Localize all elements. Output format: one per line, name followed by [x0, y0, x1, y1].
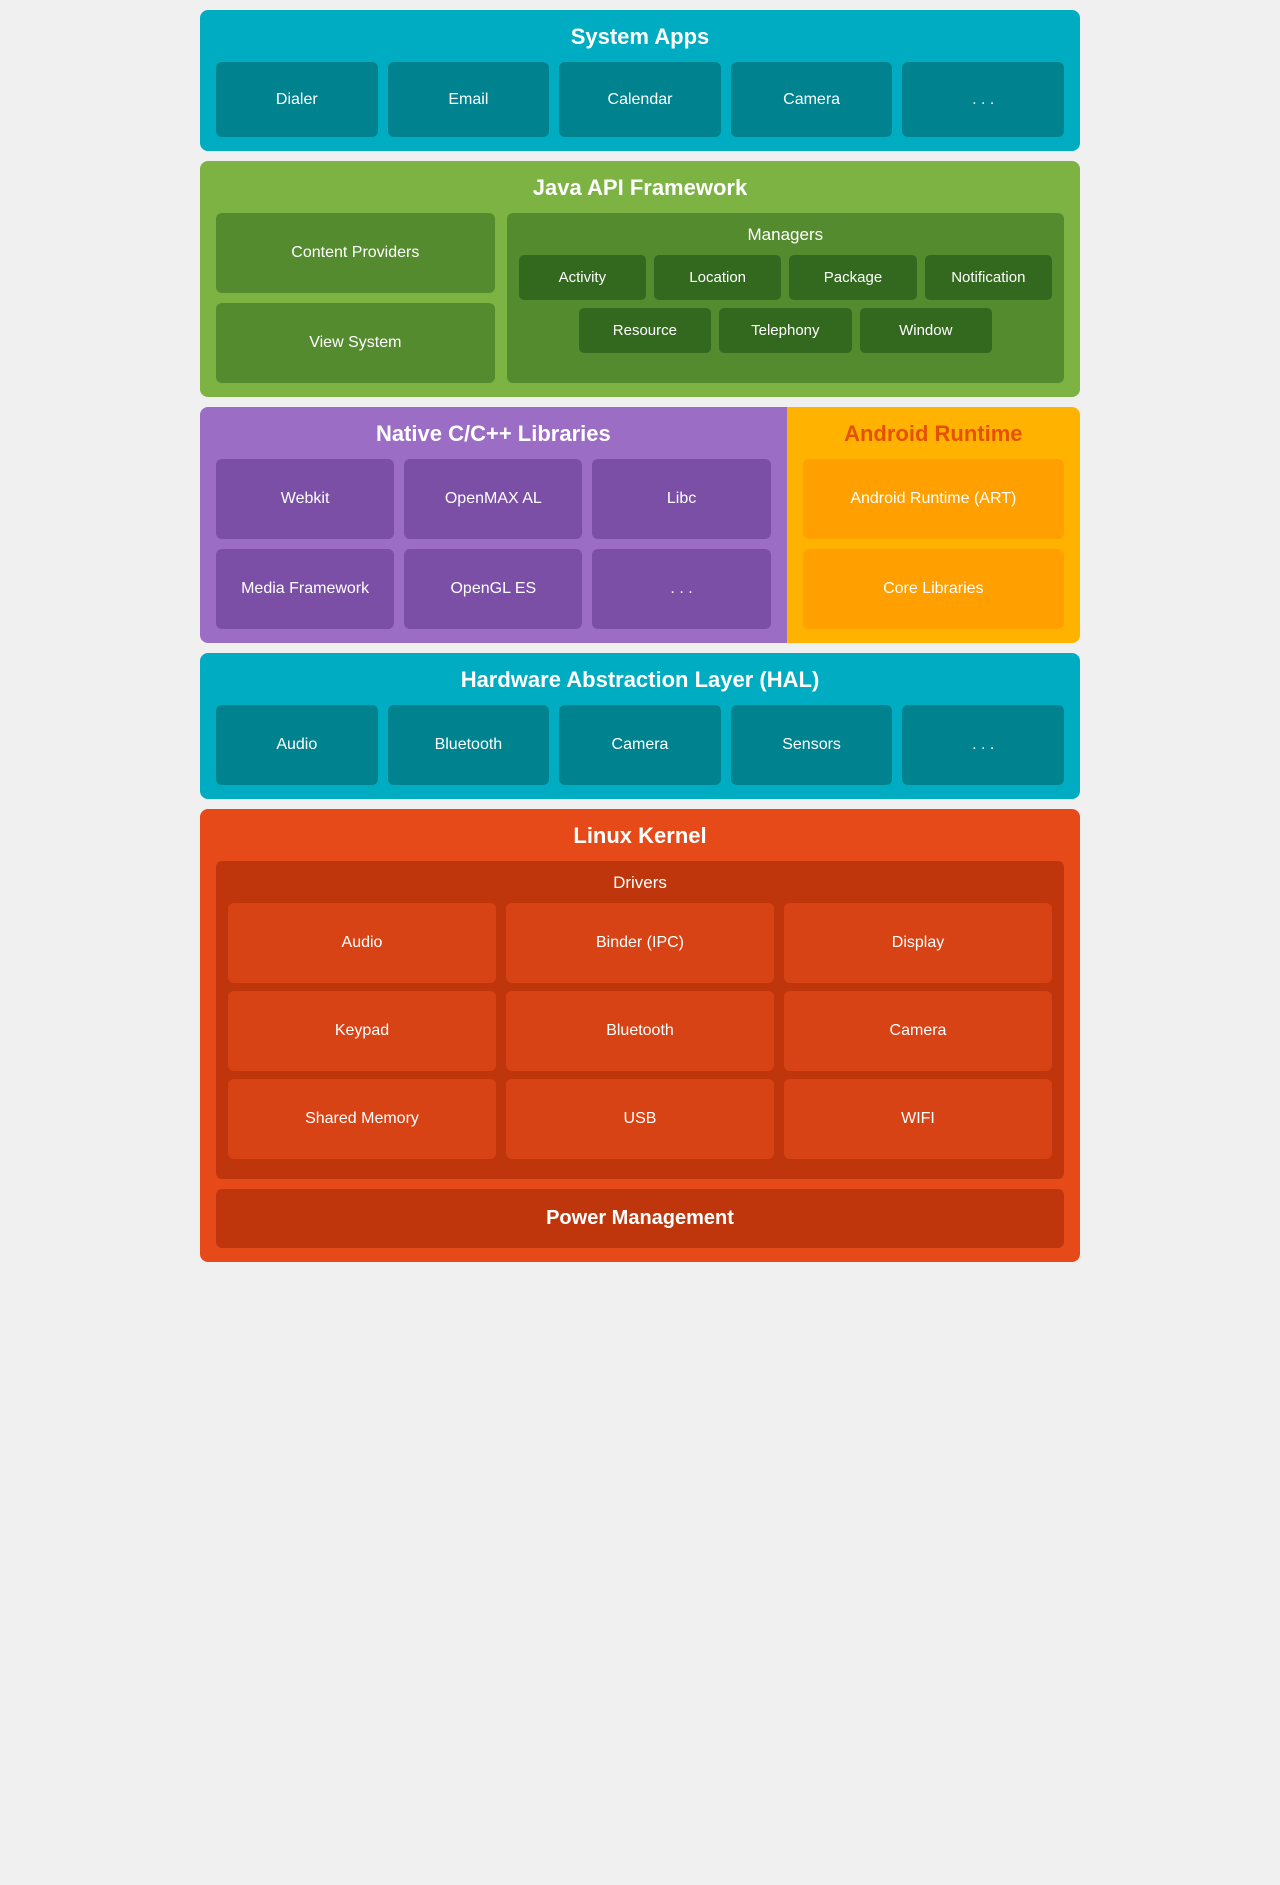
native-libs-cells: Webkit OpenMAX AL Libc Media Framework O…: [216, 459, 771, 629]
list-item: Resource: [579, 308, 711, 353]
list-item: Libc: [592, 459, 770, 539]
list-item: Telephony: [719, 308, 851, 353]
android-runtime-title: Android Runtime: [803, 421, 1064, 447]
java-api-left: Content Providers View System: [216, 213, 495, 383]
system-apps-title: System Apps: [216, 24, 1064, 50]
hal-cells: Audio Bluetooth Camera Sensors . . .: [216, 705, 1064, 785]
power-management: Power Management: [216, 1189, 1064, 1248]
list-item: Email: [388, 62, 550, 137]
list-item: Webkit: [216, 459, 394, 539]
hal-layer: Hardware Abstraction Layer (HAL) Audio B…: [200, 653, 1080, 799]
managers-section: Managers Activity Location Package Notif…: [507, 213, 1064, 383]
list-item: Binder (IPC): [506, 903, 774, 983]
list-item: Camera: [731, 62, 893, 137]
list-item: Bluetooth: [388, 705, 550, 785]
list-item: Android Runtime (ART): [803, 459, 1064, 539]
list-item: Shared Memory: [228, 1079, 496, 1159]
drivers-section: Drivers Audio Binder (IPC) Display Keypa…: [216, 861, 1064, 1179]
view-system-cell: View System: [216, 303, 495, 383]
list-item: Display: [784, 903, 1052, 983]
managers-row1: Activity Location Package Notification: [519, 255, 1052, 300]
list-item: Camera: [559, 705, 721, 785]
list-item: Audio: [228, 903, 496, 983]
list-item: Activity: [519, 255, 646, 300]
java-api-inner: Content Providers View System Managers A…: [216, 213, 1064, 383]
list-item: Window: [860, 308, 992, 353]
linux-kernel-layer: Linux Kernel Drivers Audio Binder (IPC) …: [200, 809, 1080, 1262]
list-item: Bluetooth: [506, 991, 774, 1071]
middle-row: Native C/C++ Libraries Webkit OpenMAX AL…: [200, 407, 1080, 643]
list-item: Dialer: [216, 62, 378, 137]
drivers-row-3: Shared Memory USB WIFI: [228, 1079, 1052, 1159]
list-item: WIFI: [784, 1079, 1052, 1159]
list-item: . . .: [902, 62, 1064, 137]
system-apps-layer: System Apps Dialer Email Calendar Camera…: [200, 10, 1080, 151]
list-item: USB: [506, 1079, 774, 1159]
system-apps-cells: Dialer Email Calendar Camera . . .: [216, 62, 1064, 137]
managers-row2: Resource Telephony Window: [519, 308, 1052, 353]
android-runtime-cells: Android Runtime (ART) Core Libraries: [803, 459, 1064, 629]
list-item: Media Framework: [216, 549, 394, 629]
list-item: Sensors: [731, 705, 893, 785]
drivers-title: Drivers: [228, 873, 1052, 893]
java-api-title: Java API Framework: [216, 175, 1064, 201]
list-item: Keypad: [228, 991, 496, 1071]
drivers-row-2: Keypad Bluetooth Camera: [228, 991, 1052, 1071]
list-item: Package: [789, 255, 916, 300]
list-item: Notification: [925, 255, 1052, 300]
android-runtime-layer: Android Runtime Android Runtime (ART) Co…: [787, 407, 1080, 643]
list-item: . . .: [592, 549, 770, 629]
java-api-layer: Java API Framework Content Providers Vie…: [200, 161, 1080, 397]
drivers-row-1: Audio Binder (IPC) Display: [228, 903, 1052, 983]
managers-title: Managers: [519, 225, 1052, 245]
content-providers-cell: Content Providers: [216, 213, 495, 293]
native-libs-title: Native C/C++ Libraries: [216, 421, 771, 447]
list-item: OpenGL ES: [404, 549, 582, 629]
list-item: Camera: [784, 991, 1052, 1071]
list-item: OpenMAX AL: [404, 459, 582, 539]
list-item: Location: [654, 255, 781, 300]
list-item: . . .: [902, 705, 1064, 785]
list-item: Audio: [216, 705, 378, 785]
native-libs-layer: Native C/C++ Libraries Webkit OpenMAX AL…: [200, 407, 787, 643]
hal-title: Hardware Abstraction Layer (HAL): [216, 667, 1064, 693]
linux-kernel-title: Linux Kernel: [216, 823, 1064, 849]
list-item: Calendar: [559, 62, 721, 137]
list-item: Core Libraries: [803, 549, 1064, 629]
